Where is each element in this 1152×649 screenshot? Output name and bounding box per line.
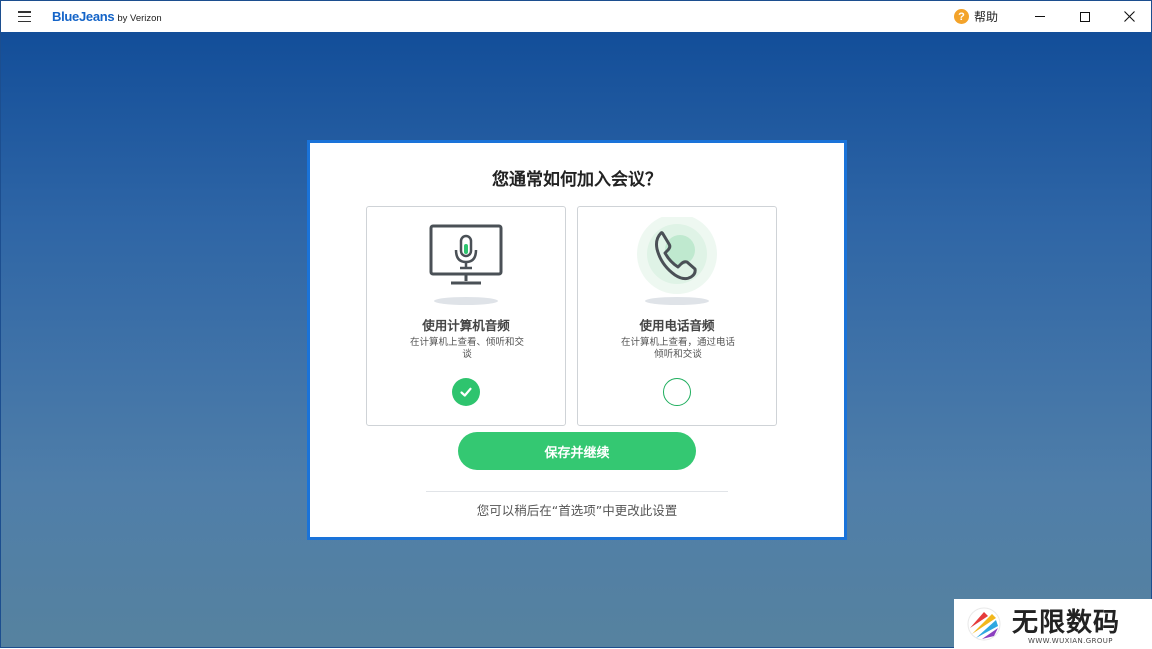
option-radio-unselected[interactable]: [663, 378, 691, 406]
audio-choice-dialog: 您通常如何加入会议？ 使用计算机音频 在计算机上查看、倾听和交谈 使用电话音频 …: [307, 140, 847, 540]
option-phone-audio[interactable]: 使用电话音频 在计算机上查看，通过电话倾听和交谈: [577, 206, 777, 426]
phone-icon: [637, 214, 717, 294]
settings-hint: 您可以稍后在“首选项”中更改此设置: [476, 503, 678, 518]
option-description: 在计算机上查看，通过电话倾听和交谈: [620, 337, 735, 360]
watermark-logo-icon: [967, 607, 1001, 641]
computer-audio-illustration: [367, 217, 565, 307]
help-button[interactable]: ? 帮助: [954, 8, 998, 25]
menu-icon[interactable]: [18, 11, 31, 22]
watermark-subtitle: WWW.WUXIAN.GROUP: [1028, 637, 1113, 645]
title-bar: BlueJeans by Verizon ? 帮助: [1, 1, 1151, 32]
watermark: 无限数码 WWW.WUXIAN.GROUP: [954, 599, 1152, 649]
save-and-continue-button[interactable]: 保存并继续: [458, 432, 696, 470]
illustration-shadow: [645, 297, 709, 305]
help-icon: ?: [954, 9, 969, 24]
brand-logo: BlueJeans by Verizon: [52, 9, 162, 24]
watermark-title: 无限数码: [1012, 608, 1121, 638]
minimize-icon: [1035, 16, 1045, 17]
phone-audio-illustration: [578, 214, 776, 307]
maximize-icon: [1080, 11, 1090, 22]
maximize-button[interactable]: [1062, 1, 1108, 32]
divider: [426, 491, 728, 492]
close-icon: [1123, 11, 1135, 22]
brand-name: BlueJeans: [52, 9, 115, 24]
brand-suffix: by Verizon: [117, 13, 162, 24]
option-description: 在计算机上查看、倾听和交谈: [409, 337, 524, 360]
option-computer-audio[interactable]: 使用计算机音频 在计算机上查看、倾听和交谈: [366, 206, 566, 426]
illustration-shadow: [434, 297, 498, 305]
close-button[interactable]: [1106, 1, 1152, 32]
option-title: 使用计算机音频: [422, 318, 510, 333]
minimize-button[interactable]: [1017, 1, 1063, 32]
dialog-title: 您通常如何加入会议？: [492, 170, 662, 190]
option-radio-selected[interactable]: [452, 378, 480, 406]
app-window: BlueJeans by Verizon ? 帮助 您通常如何加入会议？ 使用计…: [0, 0, 1152, 649]
option-title: 使用电话音频: [639, 318, 715, 333]
help-label: 帮助: [974, 10, 999, 24]
monitor-microphone-icon: [429, 224, 503, 285]
checkmark-icon: [460, 387, 472, 397]
